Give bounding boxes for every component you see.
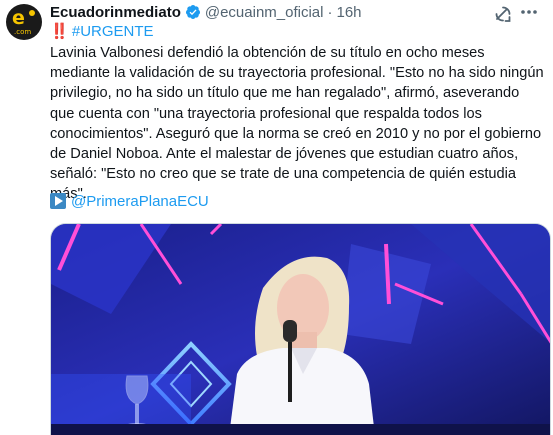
grok-icon[interactable] <box>493 4 513 24</box>
play-button-icon <box>50 193 66 209</box>
hashtag-link[interactable]: #URGENTE <box>72 23 154 40</box>
post[interactable]: e .com Ecuadorinmediato @ecuainm_oficial… <box>0 0 553 435</box>
more-icon[interactable] <box>517 2 541 22</box>
avatar-dot <box>29 10 35 16</box>
video-frame <box>51 224 550 435</box>
avatar-subtext: .com <box>14 28 32 36</box>
post-text: Lavinia Valbonesi defendió la obtención … <box>50 45 544 203</box>
mention-link[interactable]: @PrimeraPlanaECU <box>71 193 209 210</box>
author-avatar[interactable]: e .com <box>6 4 42 40</box>
author-name[interactable]: Ecuadorinmediato <box>50 4 181 21</box>
video-thumbnail[interactable] <box>50 223 551 435</box>
avatar-letter: e <box>12 7 25 29</box>
verified-badge-icon <box>185 4 201 20</box>
urgent-line: ‼️ #URGENTE <box>50 22 154 42</box>
header-separator: · <box>327 3 333 21</box>
post-header: Ecuadorinmediato @ecuainm_oficial · 16h <box>50 2 362 22</box>
double-exclamation-icon: ‼️ <box>50 23 69 40</box>
mention-line: @PrimeraPlanaECU <box>50 191 209 211</box>
author-handle[interactable]: @ecuainm_oficial <box>205 4 324 21</box>
post-time[interactable]: 16h <box>336 4 361 21</box>
